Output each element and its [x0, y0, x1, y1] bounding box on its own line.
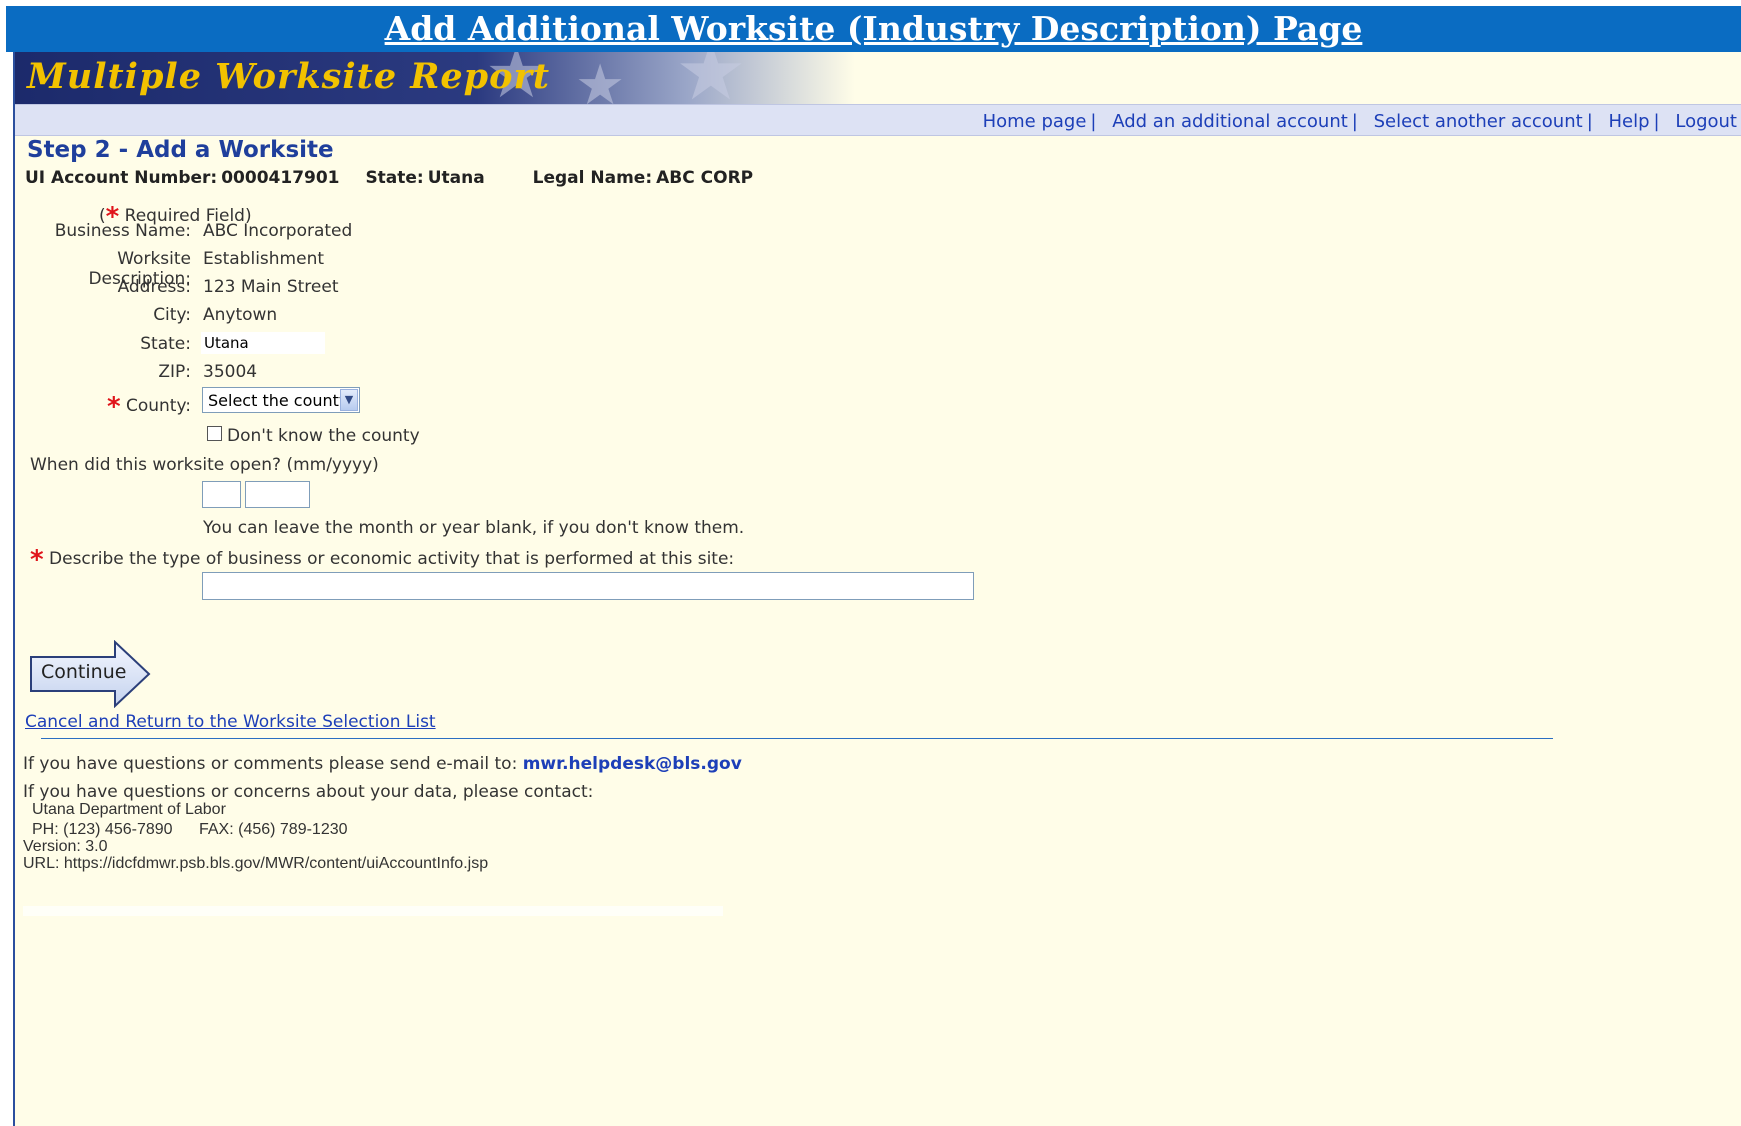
state-field-label: State: — [140, 334, 191, 354]
page-title-bar: Add Additional Worksite (Industry Descri… — [6, 6, 1741, 52]
step-title: Step 2 - Add a Worksite — [27, 137, 334, 163]
legal-name-label: Legal Name: — [532, 168, 653, 188]
address-label: Address: — [117, 277, 191, 297]
state-field-value: Utana — [201, 332, 325, 354]
banner: ★ ★ ★ Multiple Worksite Report — [15, 52, 1741, 104]
business-name-value: ABC Incorporated — [203, 221, 353, 241]
open-date-hint: You can leave the month or year blank, i… — [203, 518, 745, 538]
required-star-icon: * — [30, 545, 44, 575]
zip-value: 35004 — [203, 362, 258, 382]
required-star-icon: * — [106, 392, 121, 422]
nav-help-link[interactable]: Help — [1609, 111, 1650, 132]
legal-name-value: ABC CORP — [656, 168, 754, 188]
continue-button[interactable]: Continue — [29, 639, 153, 709]
nav-links: Home page | Add an additional account | Se… — [983, 111, 1737, 132]
business-activity-input[interactable] — [202, 572, 974, 600]
footer-fax: FAX: (456) 789-1230 — [198, 821, 348, 838]
state-value: Utana — [427, 168, 485, 188]
county-select[interactable]: Select the county ▼ — [202, 387, 360, 413]
app-frame: ★ ★ ★ Multiple Worksite Report Home page… — [13, 52, 1741, 1126]
open-year-input[interactable] — [245, 481, 310, 508]
footer-questions-text: If you have questions or comments please… — [23, 754, 518, 774]
nav-separator: | — [1653, 111, 1660, 132]
ui-account-label: UI Account Number: — [25, 168, 218, 188]
cancel-return-link[interactable]: Cancel and Return to the Worksite Select… — [25, 712, 436, 732]
divider — [41, 738, 1553, 739]
county-select-value: Select the county — [208, 391, 349, 410]
zip-label: ZIP: — [158, 362, 191, 382]
open-date-label: When did this worksite open? (mm/yyyy) — [30, 455, 379, 475]
footer-questions: If you have questions or comments please… — [23, 754, 742, 774]
open-month-input[interactable] — [202, 481, 241, 508]
chevron-down-icon[interactable]: ▼ — [340, 389, 358, 411]
ui-account-value: 0000417901 — [221, 168, 340, 188]
city-value: Anytown — [203, 305, 278, 325]
business-name-label: Business Name: — [54, 221, 191, 241]
county-label: * County: — [15, 392, 191, 422]
nav-separator: | — [1351, 111, 1358, 132]
dont-know-county-label: Don't know the county — [227, 426, 420, 446]
business-activity-label-text: Describe the type of business or economi… — [49, 549, 735, 569]
nav-separator: | — [1586, 111, 1593, 132]
footer-phone: PH: (123) 456-7890 — [32, 821, 173, 838]
address-value: 123 Main Street — [203, 277, 339, 297]
footer-contact: If you have questions or concerns about … — [23, 782, 594, 873]
footer-department: Utana Department of Labor — [32, 801, 226, 818]
continue-label: Continue — [41, 661, 127, 683]
star-icon: ★ — [575, 53, 626, 105]
page-title: Add Additional Worksite (Industry Descri… — [384, 9, 1363, 48]
nav-home-link[interactable]: Home page — [983, 111, 1087, 132]
footer-phone-fax: PH: (123) 456-7890 FAX: (456) 789-1230 — [23, 821, 593, 838]
business-activity-label: * Describe the type of business or econo… — [30, 545, 734, 575]
nav-add-account-link[interactable]: Add an additional account — [1112, 111, 1348, 132]
nav-logout-link[interactable]: Logout — [1675, 111, 1737, 132]
dont-know-county-checkbox[interactable] — [207, 426, 222, 441]
nav-select-account-link[interactable]: Select another account — [1374, 111, 1583, 132]
state-label: State: — [365, 168, 424, 188]
account-info: UI Account Number: 0000417901 State: Utana… — [25, 168, 753, 188]
city-label: City: — [153, 305, 191, 325]
footer-url: URL: https://idcfdmwr.psb.bls.gov/MWR/co… — [23, 855, 489, 872]
divider — [23, 906, 723, 916]
nav-separator: | — [1090, 111, 1097, 132]
footer-version: Version: 3.0 — [23, 838, 108, 855]
county-label-text: County: — [125, 396, 191, 416]
helpdesk-email-link[interactable]: mwr.helpdesk@bls.gov — [523, 754, 742, 774]
worksite-description-value: Establishment — [203, 249, 325, 269]
top-nav: Home page | Add an additional account | Se… — [15, 104, 1741, 136]
star-icon: ★ — [675, 52, 747, 104]
footer-concerns-text: If you have questions or concerns about … — [23, 782, 594, 802]
banner-title: Multiple Worksite Report — [27, 56, 551, 97]
